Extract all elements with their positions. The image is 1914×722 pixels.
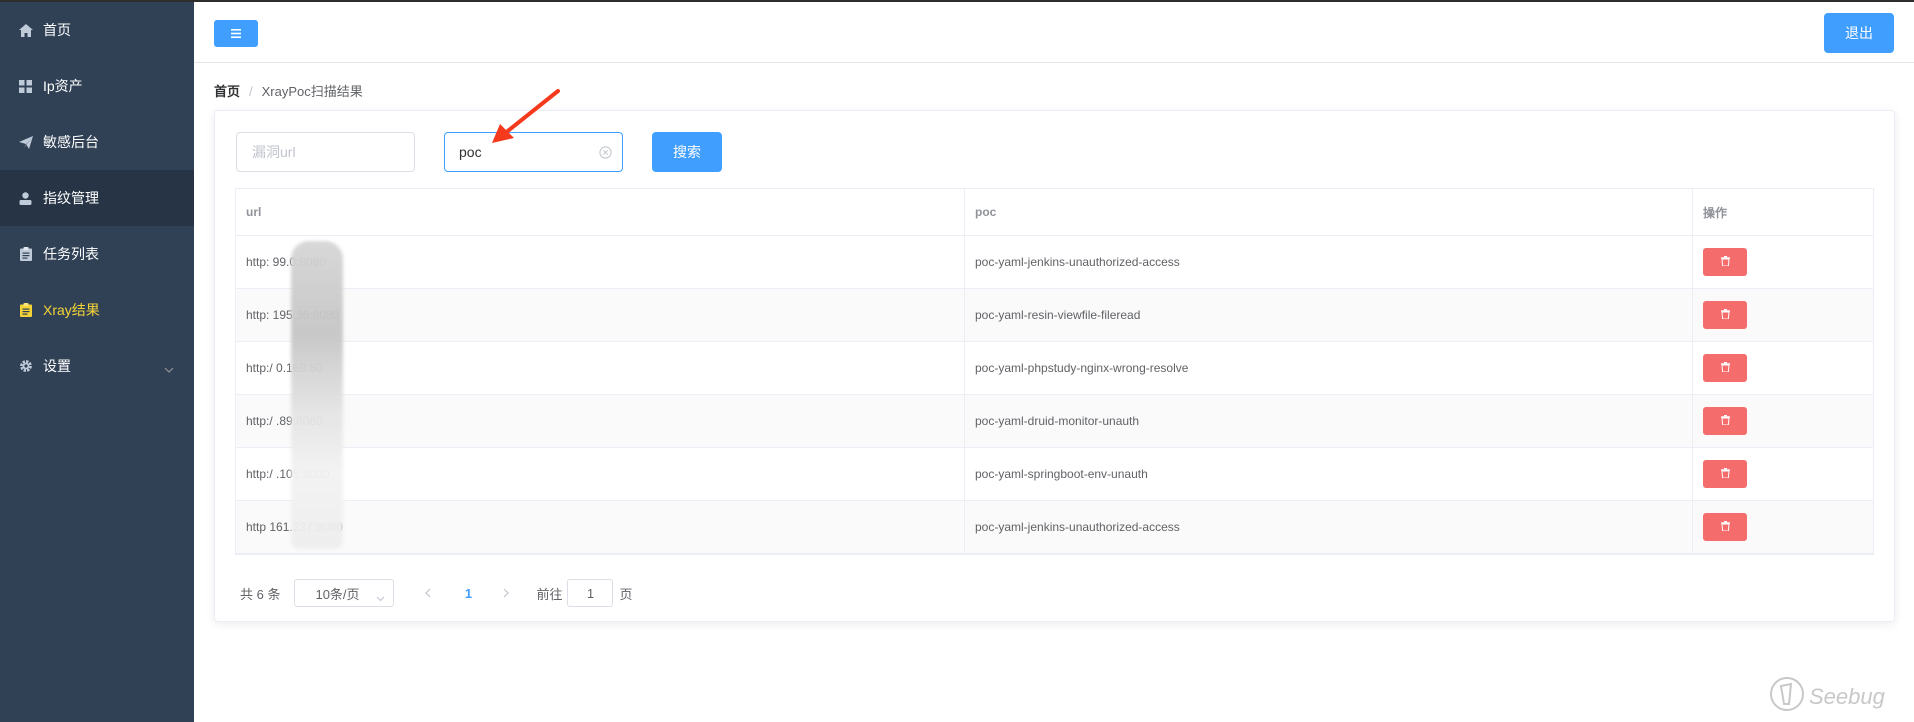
menu-toggle-button[interactable] <box>214 20 258 47</box>
trash-icon <box>1720 467 1730 481</box>
trash-icon <box>1720 308 1730 322</box>
sidebar-item-label: 任务列表 <box>43 246 99 262</box>
delete-button[interactable] <box>1703 407 1747 435</box>
gear-icon <box>18 359 33 374</box>
table-row: http:/ .105:8080 poc-yaml-springboot-env… <box>236 448 1873 501</box>
top-header: 退出 <box>194 2 1914 63</box>
cell-url: http: 195.36:8080 <box>236 289 965 341</box>
sidebar-item-label: Xray结果 <box>43 302 100 318</box>
breadcrumb-home[interactable]: 首页 <box>214 84 240 99</box>
column-header-action: 操作 <box>1703 205 1728 220</box>
cell-action <box>1693 236 1873 288</box>
sidebar-item-fingerprint[interactable]: 指纹管理 <box>0 170 194 226</box>
breadcrumb-separator: / <box>249 84 253 99</box>
goto-label: 前往 <box>536 586 563 602</box>
clear-icon[interactable] <box>599 146 612 162</box>
url-search-input[interactable]: 漏洞url <box>236 132 415 172</box>
pagination: 共 6 条 10条/页 1 前往 1 页 <box>235 579 633 607</box>
paper-plane-icon <box>18 135 33 150</box>
sidebar-item-label: 首页 <box>43 22 71 38</box>
annotation-arrow-icon <box>492 89 560 143</box>
results-table: url poc 操作 http: 99.0:8080 poc-yaml-jenk… <box>235 188 1874 555</box>
clipboard-icon <box>18 303 33 318</box>
sidebar-item-label: 设置 <box>43 358 71 374</box>
sidebar-item-home[interactable]: 首页 <box>0 2 194 58</box>
trash-icon <box>1720 255 1730 269</box>
sidebar-item-label: 敏感后台 <box>43 134 99 150</box>
sidebar-item-settings[interactable]: 设置 <box>0 338 194 394</box>
cell-poc: poc-yaml-phpstudy-nginx-wrong-resolve <box>965 342 1693 394</box>
seebug-logo-icon <box>1769 676 1805 718</box>
table-row: http: 195.36:8080 poc-yaml-resin-viewfil… <box>236 289 1873 342</box>
cell-action <box>1693 289 1873 341</box>
table-row: http: 99.0:8080 poc-yaml-jenkins-unautho… <box>236 236 1873 289</box>
cell-action <box>1693 501 1873 553</box>
cell-poc: poc-yaml-jenkins-unauthorized-access <box>965 236 1693 288</box>
sidebar-item-tasks[interactable]: 任务列表 <box>0 226 194 282</box>
search-button[interactable]: 搜索 <box>652 132 722 172</box>
cell-action <box>1693 448 1873 500</box>
trash-icon <box>1720 414 1730 428</box>
sidebar-item-ip-assets[interactable]: Ip资产 <box>0 58 194 114</box>
delete-button[interactable] <box>1703 248 1747 276</box>
sidebar-item-label: 指纹管理 <box>43 190 99 206</box>
delete-button[interactable] <box>1703 460 1747 488</box>
page-number[interactable]: 1 <box>458 586 478 601</box>
sidebar-item-label: Ip资产 <box>43 78 83 94</box>
trash-icon <box>1720 520 1730 534</box>
cell-url: http: 99.0:8080 <box>236 236 965 288</box>
page-size-select[interactable]: 10条/页 <box>294 579 395 607</box>
column-header-poc: poc <box>965 189 1693 235</box>
delete-button[interactable] <box>1703 301 1747 329</box>
next-page-button[interactable] <box>496 586 516 601</box>
logout-button[interactable]: 退出 <box>1824 13 1894 53</box>
chevron-down-icon <box>164 360 174 376</box>
pagination-total: 共 6 条 <box>240 586 281 602</box>
column-header-url: url <box>236 189 965 235</box>
trash-icon <box>1720 361 1730 375</box>
seebug-watermark: Seebug <box>1769 676 1885 718</box>
poc-input-value: poc <box>459 144 482 160</box>
hamburger-icon <box>231 25 241 43</box>
sidebar: 首页 Ip资产 敏感后台 指纹管理 任务列表 Xray结果 设置 <box>0 2 194 722</box>
home-icon <box>18 23 33 38</box>
results-card: 漏洞url poc 搜索 url poc 操作 http: 99.0:8080 … <box>214 110 1895 622</box>
table-row: http 161.227:8080 poc-yaml-jenkins-unaut… <box>236 501 1873 554</box>
user-icon <box>18 191 33 206</box>
sidebar-item-xray-results[interactable]: Xray结果 <box>0 282 194 338</box>
chevron-right-icon <box>503 586 510 601</box>
cell-poc: poc-yaml-resin-viewfile-fileread <box>965 289 1693 341</box>
cell-url: http:/ .89:8080 <box>236 395 965 447</box>
goto-page-input[interactable]: 1 <box>567 579 614 607</box>
goto-suffix: 页 <box>619 586 633 602</box>
cell-url: http:/ 0.169:80 <box>236 342 965 394</box>
grid-icon <box>18 79 33 94</box>
cell-action <box>1693 395 1873 447</box>
chevron-down-icon <box>376 590 385 605</box>
page-size-value: 10条/页 <box>315 586 360 602</box>
delete-button[interactable] <box>1703 513 1747 541</box>
watermark-text: Seebug <box>1809 684 1885 709</box>
sidebar-item-sensitive-admin[interactable]: 敏感后台 <box>0 114 194 170</box>
cell-url: http:/ .105:8080 <box>236 448 965 500</box>
cell-url: http 161.227:8080 <box>236 501 965 553</box>
clipboard-icon <box>18 247 33 262</box>
breadcrumb: 首页 / XrayPoc扫描结果 <box>214 81 363 100</box>
cell-poc: poc-yaml-jenkins-unauthorized-access <box>965 501 1693 553</box>
table-row: http:/ .89:8080 poc-yaml-druid-monitor-u… <box>236 395 1873 448</box>
breadcrumb-current: XrayPoc扫描结果 <box>261 84 363 99</box>
cell-poc: poc-yaml-springboot-env-unauth <box>965 448 1693 500</box>
cell-action <box>1693 342 1873 394</box>
cell-poc: poc-yaml-druid-monitor-unauth <box>965 395 1693 447</box>
prev-page-button[interactable] <box>418 586 438 601</box>
redaction-blur <box>291 241 343 549</box>
delete-button[interactable] <box>1703 354 1747 382</box>
chevron-left-icon <box>425 586 431 601</box>
table-header: url poc 操作 <box>236 189 1873 236</box>
table-row: http:/ 0.169:80 poc-yaml-phpstudy-nginx-… <box>236 342 1873 395</box>
